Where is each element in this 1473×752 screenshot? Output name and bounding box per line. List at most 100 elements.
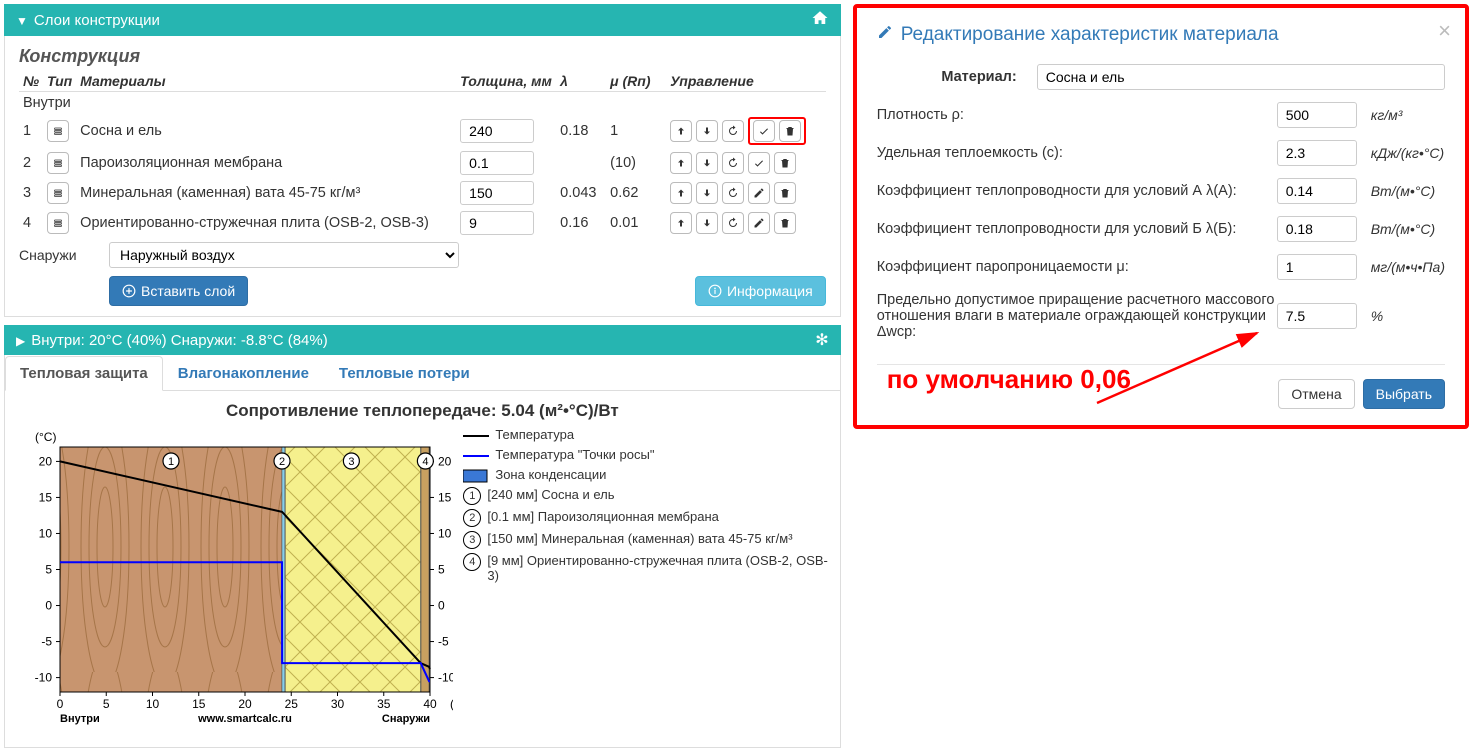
- info-button[interactable]: Информация: [695, 276, 826, 306]
- edit-button[interactable]: [748, 152, 770, 174]
- svg-text:0: 0: [57, 697, 64, 711]
- move-down-button[interactable]: [696, 152, 718, 174]
- layer-type-button[interactable]: [47, 152, 69, 174]
- pencil-icon: [877, 24, 893, 46]
- move-up-button[interactable]: [670, 120, 692, 142]
- svg-text:4: 4: [422, 456, 428, 468]
- insert-layer-button[interactable]: Вставить слой: [109, 276, 248, 306]
- material-label: Материал:: [877, 69, 1037, 85]
- svg-text:20: 20: [238, 697, 252, 711]
- form-row: Коэффициент теплопроводности для условий…: [877, 178, 1445, 204]
- edit-button[interactable]: [753, 120, 775, 142]
- svg-text:20: 20: [438, 454, 452, 468]
- field-input-4[interactable]: [1277, 254, 1357, 280]
- delete-button[interactable]: [774, 182, 796, 204]
- refresh-button[interactable]: [722, 182, 744, 204]
- svg-text:2: 2: [279, 456, 285, 468]
- svg-text:Внутри: Внутри: [60, 713, 100, 725]
- form-row: Коэффициент теплопроводности для условий…: [877, 216, 1445, 242]
- move-up-button[interactable]: [670, 212, 692, 234]
- refresh-button[interactable]: [722, 212, 744, 234]
- field-input-1[interactable]: [1277, 140, 1357, 166]
- field-input-5[interactable]: [1277, 303, 1357, 329]
- tab-loss[interactable]: Тепловые потери: [324, 356, 485, 391]
- field-input-0[interactable]: [1277, 102, 1357, 128]
- chart-legend: Температура Температура "Точки росы" Зон…: [453, 427, 829, 737]
- svg-text:5: 5: [438, 563, 445, 577]
- svg-text:15: 15: [39, 490, 53, 504]
- form-row: Коэффициент паропроницаемости μ:мг/(м•ч•…: [877, 254, 1445, 280]
- caret-right-icon: ▶: [16, 334, 25, 348]
- field-input-2[interactable]: [1277, 178, 1357, 204]
- outside-select[interactable]: Наружный воздух: [109, 242, 459, 268]
- thickness-input[interactable]: [460, 151, 534, 175]
- svg-text:15: 15: [438, 490, 452, 504]
- conditions-label: Внутри: 20°C (40%) Снаружи: -8.8°C (84%): [31, 332, 327, 349]
- thermal-chart: -10-10-5-5005510101515202005101520253035…: [15, 427, 453, 737]
- home-icon[interactable]: [811, 9, 829, 31]
- tab-nav: Тепловая защита Влагонакопление Тепловые…: [5, 355, 840, 391]
- thickness-input[interactable]: [460, 119, 534, 143]
- svg-text:40: 40: [423, 697, 437, 711]
- ok-button[interactable]: Выбрать: [1363, 379, 1445, 409]
- svg-text:3: 3: [348, 456, 354, 468]
- tab-thermal[interactable]: Тепловая защита: [5, 356, 163, 391]
- form-row: Предельно допустимое приращение расчетно…: [877, 292, 1445, 340]
- move-down-button[interactable]: [696, 182, 718, 204]
- svg-text:10: 10: [438, 526, 452, 540]
- move-down-button[interactable]: [696, 212, 718, 234]
- svg-text:10: 10: [146, 697, 160, 711]
- move-down-button[interactable]: [696, 120, 718, 142]
- caret-down-icon: ▼: [16, 14, 28, 28]
- layers-table: № Тип Материалы Толщина, мм λ μ (Rп) Упр…: [19, 71, 826, 238]
- material-edit-modal: × Редактирование характеристик материала…: [853, 4, 1469, 429]
- field-input-3[interactable]: [1277, 216, 1357, 242]
- svg-text:(°С): (°С): [35, 430, 56, 444]
- thickness-input[interactable]: [460, 211, 534, 235]
- thickness-input[interactable]: [460, 181, 534, 205]
- table-row: 2Пароизоляционная мембрана(10): [19, 148, 826, 178]
- svg-text:Снаружи: Снаружи: [382, 713, 430, 725]
- svg-text:1: 1: [168, 456, 174, 468]
- svg-text:25: 25: [285, 697, 299, 711]
- refresh-button[interactable]: [722, 152, 744, 174]
- refresh-button[interactable]: [722, 120, 744, 142]
- svg-text:20: 20: [39, 454, 53, 468]
- layers-panel-header[interactable]: ▼ Слои конструкции: [4, 4, 841, 36]
- svg-text:-10: -10: [35, 671, 53, 685]
- cancel-button[interactable]: Отмена: [1278, 379, 1354, 409]
- svg-text:-5: -5: [41, 635, 52, 649]
- conditions-panel-header[interactable]: ▶ Внутри: 20°C (40%) Снаружи: -8.8°C (84%…: [4, 325, 841, 355]
- table-row: 4Ориентированно-стружечная плита (OSB-2,…: [19, 208, 826, 238]
- svg-text:0: 0: [45, 599, 52, 613]
- delete-button[interactable]: [779, 120, 801, 142]
- close-icon[interactable]: ×: [1438, 18, 1451, 44]
- svg-text:5: 5: [103, 697, 110, 711]
- layers-heading-label: Слои конструкции: [34, 12, 160, 29]
- layer-name: Пароизоляционная мембрана: [76, 148, 456, 178]
- layer-name: Сосна и ель: [76, 114, 456, 148]
- edit-button[interactable]: [748, 212, 770, 234]
- tab-moisture[interactable]: Влагонакопление: [163, 356, 324, 391]
- svg-text:30: 30: [331, 697, 345, 711]
- construction-subtitle: Конструкция: [19, 46, 826, 67]
- move-up-button[interactable]: [670, 152, 692, 174]
- form-row: Плотность ρ:кг/м³: [877, 102, 1445, 128]
- layer-type-button[interactable]: [47, 120, 69, 142]
- layer-name: Ориентированно-стружечная плита (OSB-2, …: [76, 208, 456, 238]
- svg-text:15: 15: [192, 697, 206, 711]
- material-name-input[interactable]: [1037, 64, 1445, 90]
- layer-type-button[interactable]: [47, 212, 69, 234]
- layer-type-button[interactable]: [47, 182, 69, 204]
- delete-button[interactable]: [774, 152, 796, 174]
- svg-text:-5: -5: [438, 635, 449, 649]
- outside-label: Снаружи: [19, 247, 109, 263]
- modal-title-label: Редактирование характеристик материала: [901, 24, 1279, 46]
- svg-text:www.smartcalc.ru: www.smartcalc.ru: [197, 713, 292, 725]
- svg-text:0: 0: [438, 599, 445, 613]
- svg-text:5: 5: [45, 563, 52, 577]
- delete-button[interactable]: [774, 212, 796, 234]
- svg-text:-10: -10: [438, 671, 453, 685]
- move-up-button[interactable]: [670, 182, 692, 204]
- edit-button[interactable]: [748, 182, 770, 204]
